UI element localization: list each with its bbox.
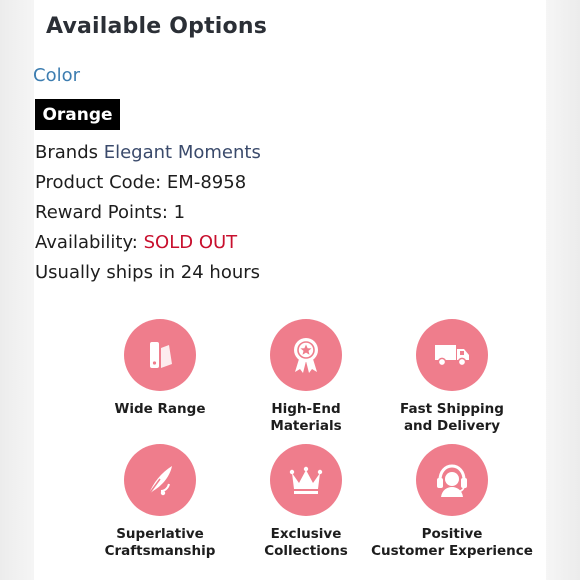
background-left (0, 0, 36, 580)
crown-icon (270, 444, 342, 516)
feature-label: Positive Customer Experience (371, 526, 533, 559)
color-swatch-icon (124, 319, 196, 391)
feature-wide-range: Wide Range (75, 319, 245, 418)
quill-pen-icon (124, 444, 196, 516)
product-code: Product Code: EM-8958 (35, 172, 247, 193)
feature-label: Superlative Craftsmanship (104, 526, 216, 559)
feature-label: High-End Materials (270, 401, 342, 434)
availability-status: SOLD OUT (143, 232, 238, 253)
section-title: Available Options (46, 14, 268, 39)
delivery-truck-icon (416, 319, 488, 391)
feature-label: Exclusive Collections (264, 526, 348, 559)
availability-line: Availability: SOLD OUT (35, 232, 237, 253)
availability-label: Availability: (35, 232, 138, 253)
color-option-orange[interactable]: Orange (35, 99, 120, 130)
feature-label: Wide Range (114, 401, 206, 417)
headset-agent-icon (416, 444, 488, 516)
brand-line: Brands Elegant Moments (35, 142, 261, 163)
background-right (544, 0, 580, 580)
reward-points: Reward Points: 1 (35, 202, 186, 223)
feature-craftsmanship: Superlative Craftsmanship (75, 444, 245, 560)
feature-exclusive-collections: Exclusive Collections (221, 444, 391, 560)
brand-link[interactable]: Elegant Moments (104, 142, 261, 163)
feature-label: Fast Shipping and Delivery (400, 401, 504, 434)
feature-customer-experience: Positive Customer Experience (367, 444, 537, 560)
feature-fast-shipping: Fast Shipping and Delivery (367, 319, 537, 435)
color-option-label: Color (33, 65, 80, 86)
brand-label: Brands (35, 142, 98, 163)
award-rosette-icon (270, 319, 342, 391)
shipping-note: Usually ships in 24 hours (35, 262, 261, 283)
feature-high-end-materials: High-End Materials (221, 319, 391, 435)
